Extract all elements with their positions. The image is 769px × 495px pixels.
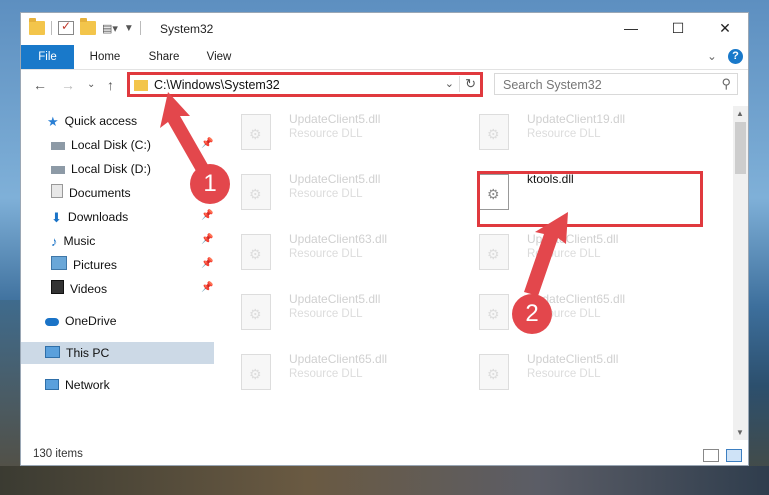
step-marker-1: 1: [190, 164, 230, 204]
annotation-arrows: [160, 92, 568, 296]
arrow-1: [160, 92, 208, 171]
arrow-2: [524, 212, 568, 296]
step-marker-2: 2: [512, 294, 552, 334]
